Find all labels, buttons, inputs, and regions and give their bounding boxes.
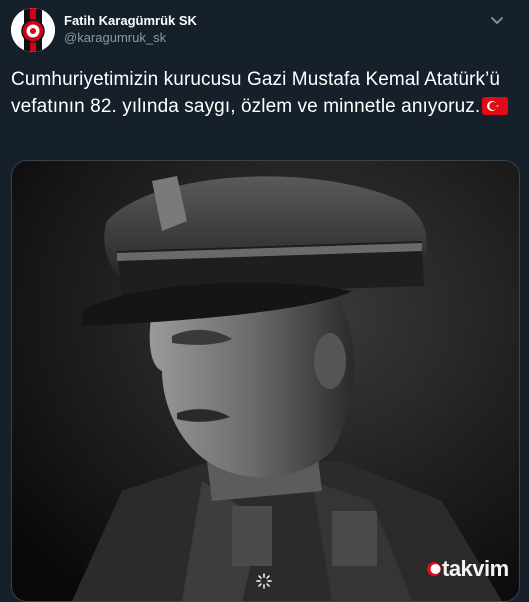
watermark: takvim (426, 556, 509, 582)
brand-mark-icon (427, 562, 441, 576)
author-display-name[interactable]: Fatih Karagümrük SK (64, 13, 197, 29)
author-names: Fatih Karagümrük SK @karagumruk_sk (64, 13, 197, 47)
author-handle[interactable]: @karagumruk_sk (64, 29, 197, 47)
watermark-text: takvim (442, 556, 509, 581)
tweet-text: Cumhuriyetimizin kurucusu Gazi Mustafa K… (11, 69, 501, 117)
chevron-down-icon[interactable] (485, 8, 509, 32)
turkish-flag-icon (482, 96, 509, 123)
tweet-header: Fatih Karagümrük SK @karagumruk_sk (11, 8, 519, 56)
tweet-body: Cumhuriyetimizin kurucusu Gazi Mustafa K… (11, 66, 519, 123)
portrait-photo (12, 161, 519, 601)
tweet-media[interactable] (11, 160, 520, 602)
club-crest-icon (11, 8, 55, 52)
club-logo-avatar[interactable] (11, 8, 55, 52)
loading-spinner-icon (256, 573, 272, 589)
